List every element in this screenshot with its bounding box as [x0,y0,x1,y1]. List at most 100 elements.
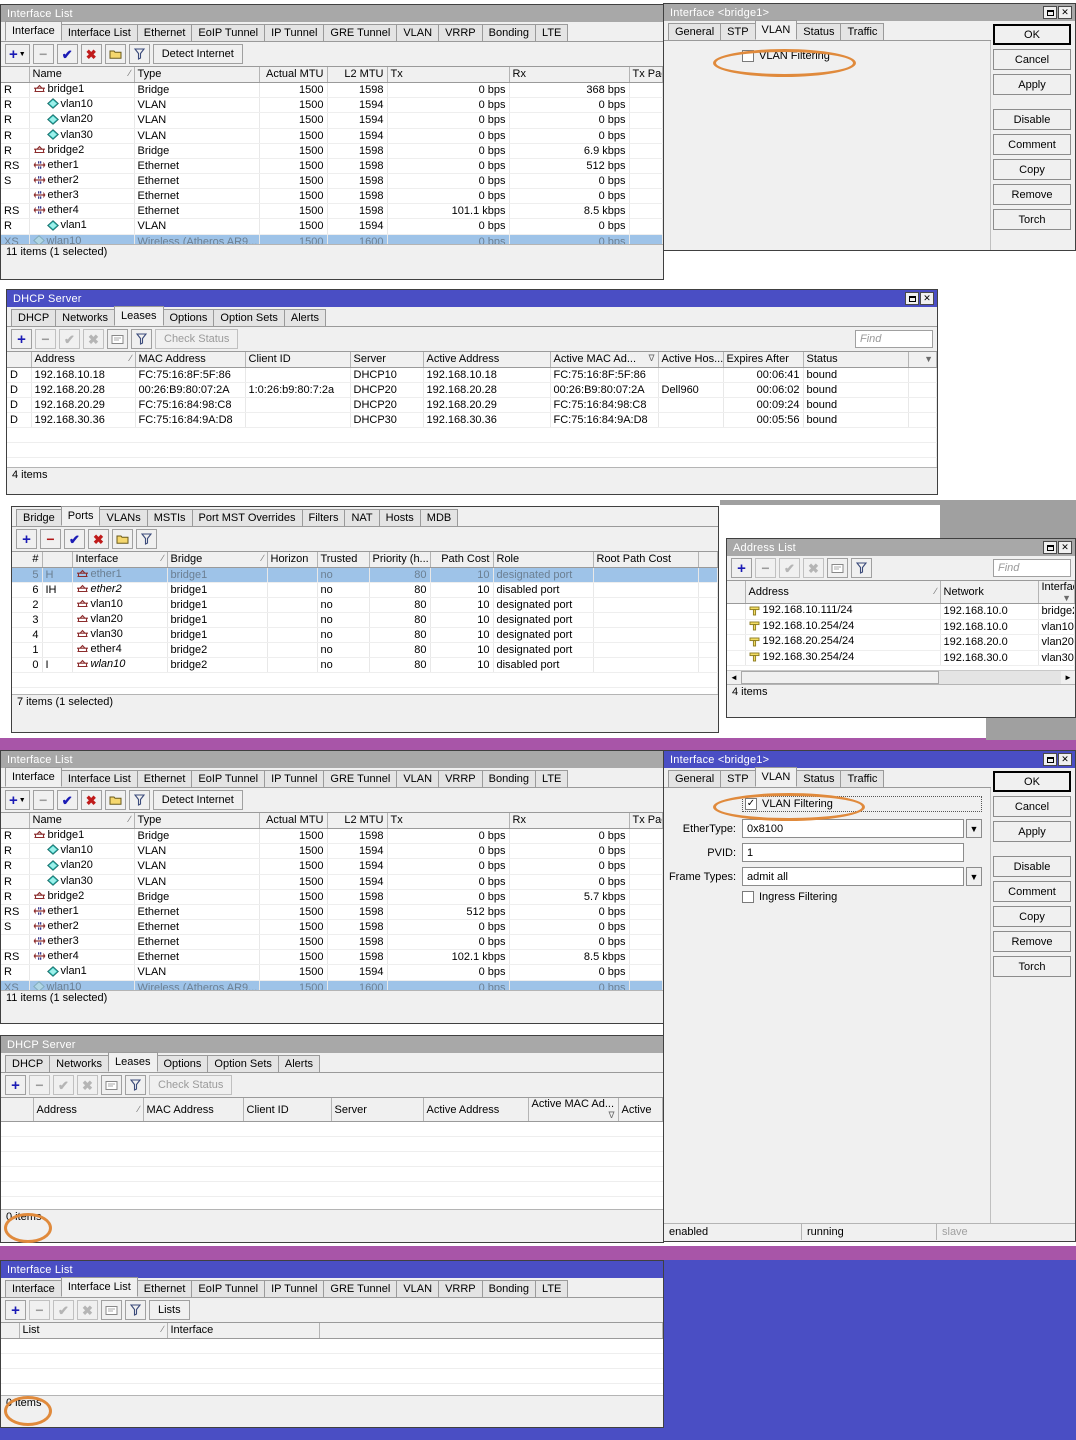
table-row[interactable]: Rvlan20 VLAN 1500 1594 0 bps 0 bps [1,112,663,129]
comment-button[interactable] [827,558,848,578]
table-row[interactable]: 5 Hether1 bridge1 no 80 10 designated port [12,567,718,583]
table-row[interactable]: Rvlan10 VLAN 1500 1594 0 bps 0 bps [1,97,663,113]
tab-leases[interactable]: Leases [108,1052,158,1072]
col-status[interactable]: Status [803,352,909,368]
remove-button[interactable]: − [40,529,61,549]
col-address[interactable]: Address ∕ [745,581,941,604]
comment-button[interactable]: Comment [993,134,1071,155]
tab-hosts[interactable]: Hosts [378,509,421,526]
tab-mstis[interactable]: MSTIs [146,509,193,526]
col-flags[interactable] [7,352,32,368]
col-client-id[interactable]: Client ID [245,352,351,368]
vlan-filtering-row-top[interactable]: VLAN Filtering [742,50,990,62]
ok-button[interactable]: OK [993,771,1071,792]
comment-button[interactable] [101,1300,122,1320]
table-row[interactable]: 2 vlan10 bridge1 no 80 10 designated port [12,597,718,613]
col-number[interactable]: # [12,552,43,568]
col-tx-packets[interactable]: Tx Packe [629,67,663,83]
torch-button[interactable]: Torch [993,209,1071,230]
col-tx[interactable]: Tx [387,67,510,83]
remove-button[interactable]: − [29,1075,50,1095]
remove-button[interactable]: − [32,44,54,64]
scroll-right-arrow[interactable]: ► [1061,671,1075,684]
tab-lte[interactable]: LTE [535,1280,569,1297]
apply-button[interactable]: Apply [993,821,1071,842]
col-type[interactable]: Type [134,813,260,829]
table-row[interactable]: RS ether1 Ethernet 1500 1598 0 bps 512 bps [1,158,663,174]
vlan-filtering-row-bottom[interactable]: ✓ VLAN Filtering [742,796,982,812]
tab-networks[interactable]: Networks [55,309,116,326]
add-button[interactable]: + [5,1300,26,1320]
disable-button[interactable]: ✖ [80,790,102,810]
filter-button[interactable] [131,329,152,349]
col-list[interactable]: List ∕ [19,1323,168,1339]
add-button[interactable]: + [731,558,752,578]
tab-vlan[interactable]: VLAN [754,767,798,787]
comment-button[interactable] [107,329,128,349]
check-status-button[interactable]: Check Status [155,329,239,349]
table-row[interactable]: 0 Iwlan10 bridge2 no 80 10 disabled port [12,657,718,673]
frame-types-dropdown-arrow[interactable]: ▼ [966,867,982,886]
ingress-filtering-row[interactable]: Ingress Filtering [742,891,982,903]
ingress-filtering-checkbox[interactable] [742,891,754,903]
filter-button[interactable] [125,1075,146,1095]
tab-traffic[interactable]: Traffic [840,770,885,787]
maximize-button[interactable] [905,292,919,305]
remove-button[interactable]: − [32,790,54,810]
col-actual-mtu[interactable]: Actual MTU [259,67,328,83]
table-row[interactable]: Sether2 Ethernet 1500 1598 0 bps 0 bps [1,173,663,189]
tab-interface[interactable]: Interface [5,767,62,787]
table-row[interactable]: Rbridge1 Bridge 1500 1598 0 bps 0 bps [1,828,663,844]
disable-button[interactable]: ✖ [83,329,104,349]
col-priority[interactable]: Priority (h... [369,552,431,568]
col-active-host[interactable]: Active Hos... [658,352,724,368]
table-row[interactable]: 192.168.10.254/24 192.168.10.0 vlan10 [727,619,1075,635]
maximize-button[interactable] [1043,6,1057,19]
col-l2-mtu[interactable]: L2 MTU [327,813,388,829]
col-flags[interactable] [1,813,30,829]
tab-vlan[interactable]: VLAN [396,24,440,41]
filter-button[interactable] [128,44,150,64]
close-button[interactable]: ✕ [1058,6,1072,19]
tab-options[interactable]: Options [162,309,215,326]
tab-option-sets[interactable]: Option Sets [213,309,285,326]
enable-button[interactable]: ✔ [64,529,85,549]
scroll-left-arrow[interactable]: ◄ [727,671,741,684]
detect-internet-button[interactable]: Detect Internet [152,44,243,64]
remove-button[interactable]: Remove [993,931,1071,952]
col-active-address[interactable]: Active Address [423,1098,529,1122]
remove-button[interactable]: − [29,1300,50,1320]
table-row[interactable]: RS ether1 Ethernet 1500 1598 512 bps 0 bps [1,904,663,920]
table-row[interactable]: 1 ether4 bridge2 no 80 10 designated port [12,642,718,658]
col-mac-address[interactable]: MAC Address [143,1098,244,1122]
tab-vlan[interactable]: VLAN [396,1280,440,1297]
add-button[interactable]: + [11,329,32,349]
comment-button[interactable] [104,44,126,64]
col-active[interactable]: Active [618,1098,663,1122]
col-flags[interactable] [42,552,73,568]
tab-vlans[interactable]: VLANs [99,509,148,526]
tab-vrrp[interactable]: VRRP [438,770,483,787]
enable-button[interactable]: ✔ [56,790,78,810]
copy-button[interactable]: Copy [993,906,1071,927]
table-row[interactable]: Rvlan20 VLAN 1500 1594 0 bps 0 bps [1,858,663,875]
vlan-filtering-checkbox[interactable] [742,50,754,62]
pvid-input[interactable]: 1 [742,843,964,862]
table-row[interactable]: 4 vlan30 bridge1 no 80 10 designated port [12,627,718,643]
ethertype-dropdown-arrow[interactable]: ▼ [966,819,982,838]
col-network[interactable]: Network [940,581,1039,604]
filter-button[interactable] [851,558,872,578]
tab-gre-tunnel[interactable]: GRE Tunnel [323,24,398,41]
col-trusted[interactable]: Trusted [317,552,370,568]
tab-vrrp[interactable]: VRRP [438,24,483,41]
table-row[interactable]: Rbridge1 Bridge 1500 1598 0 bps 368 bps [1,82,663,98]
col-address[interactable]: Address ∕ [33,1098,144,1122]
col-l2-mtu[interactable]: L2 MTU [327,67,388,83]
col-role[interactable]: Role [493,552,594,568]
close-button[interactable]: ✕ [920,292,934,305]
table-row[interactable]: ether3 Ethernet 1500 1598 0 bps 0 bps [1,188,663,204]
col-server[interactable]: Server [350,352,424,368]
table-row[interactable]: D 192.168.20.29 FC:75:16:84:98:C8 DHCP20 192… [7,397,937,413]
col-rx[interactable]: Rx [509,813,630,829]
tab-gre-tunnel[interactable]: GRE Tunnel [323,770,398,787]
